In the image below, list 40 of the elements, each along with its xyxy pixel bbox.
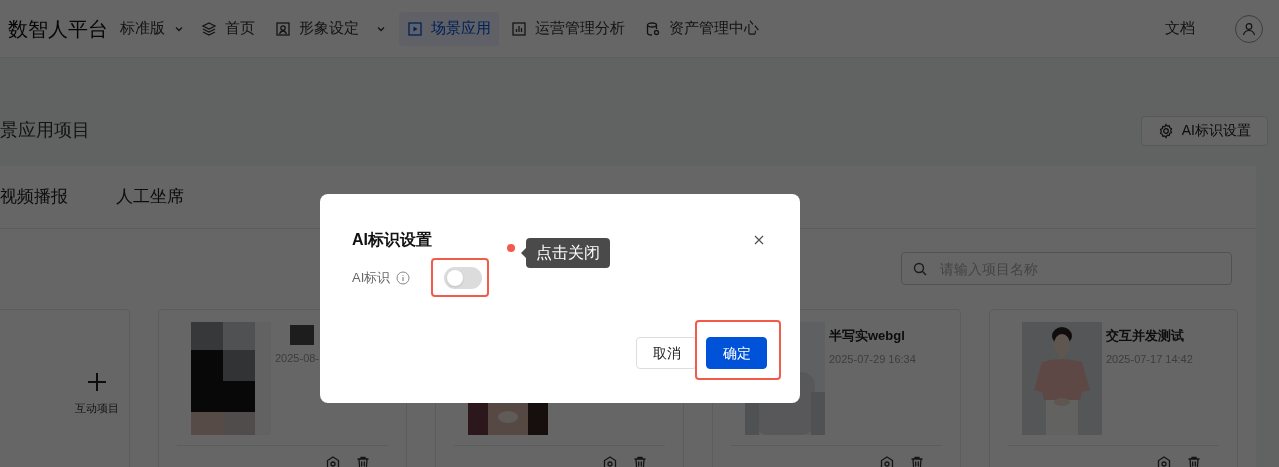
ai-label-settings-button[interactable]: AI标识设置 xyxy=(1140,115,1268,146)
layers-icon xyxy=(201,20,217,37)
nav-tab[interactable]: 运营管理分析 xyxy=(503,11,633,46)
field-label: AI标识 xyxy=(352,269,391,288)
plus-icon xyxy=(87,372,107,392)
trash-icon[interactable] xyxy=(633,456,647,467)
nav-tab[interactable]: 资产管理中心 xyxy=(637,11,767,46)
page-title: 景应用项目 xyxy=(0,119,90,142)
project-title: 交互并发测试 xyxy=(1106,327,1185,345)
category-tab[interactable]: 人工坐席 xyxy=(116,166,184,228)
bar-chart-icon xyxy=(511,20,527,37)
docs-link[interactable]: 文档 xyxy=(1165,17,1195,40)
project-title: 半写实webgl xyxy=(829,327,906,345)
edition-dropdown[interactable]: 标准版 xyxy=(120,17,185,40)
hint-tooltip: 点击关闭 xyxy=(521,238,610,268)
create-project-label: 互动项目 xyxy=(75,401,119,416)
nav-tab[interactable]: 场景应用 xyxy=(399,11,499,46)
shield-icon[interactable] xyxy=(326,456,340,467)
nav-tab[interactable]: 首页 xyxy=(193,11,263,46)
search-icon xyxy=(913,262,927,276)
dialog-button[interactable]: 取消 xyxy=(636,337,697,369)
platform-logo[interactable]: 数智人平台 xyxy=(8,13,108,44)
trash-icon[interactable] xyxy=(1187,456,1201,467)
shield-icon[interactable] xyxy=(1157,456,1171,467)
dialog-button[interactable]: 确定 xyxy=(706,337,767,369)
shield-icon[interactable] xyxy=(603,456,617,467)
database-icon xyxy=(645,20,661,37)
category-tab[interactable]: 视频播报 xyxy=(0,166,68,228)
info-icon xyxy=(396,271,411,285)
nav-tab[interactable]: 形象设定 xyxy=(267,11,367,46)
play-icon xyxy=(407,20,423,37)
create-project-card[interactable]: 互动项目 xyxy=(0,309,130,467)
toggle-switch[interactable] xyxy=(444,267,483,289)
dialog-title: AI标识设置 xyxy=(352,230,432,250)
settings-icon xyxy=(1157,122,1174,139)
trash-icon[interactable] xyxy=(910,456,924,467)
shield-icon[interactable] xyxy=(880,456,894,467)
close-icon[interactable] xyxy=(754,235,764,245)
trash-icon[interactable] xyxy=(356,456,370,467)
portrait-icon xyxy=(275,20,291,37)
